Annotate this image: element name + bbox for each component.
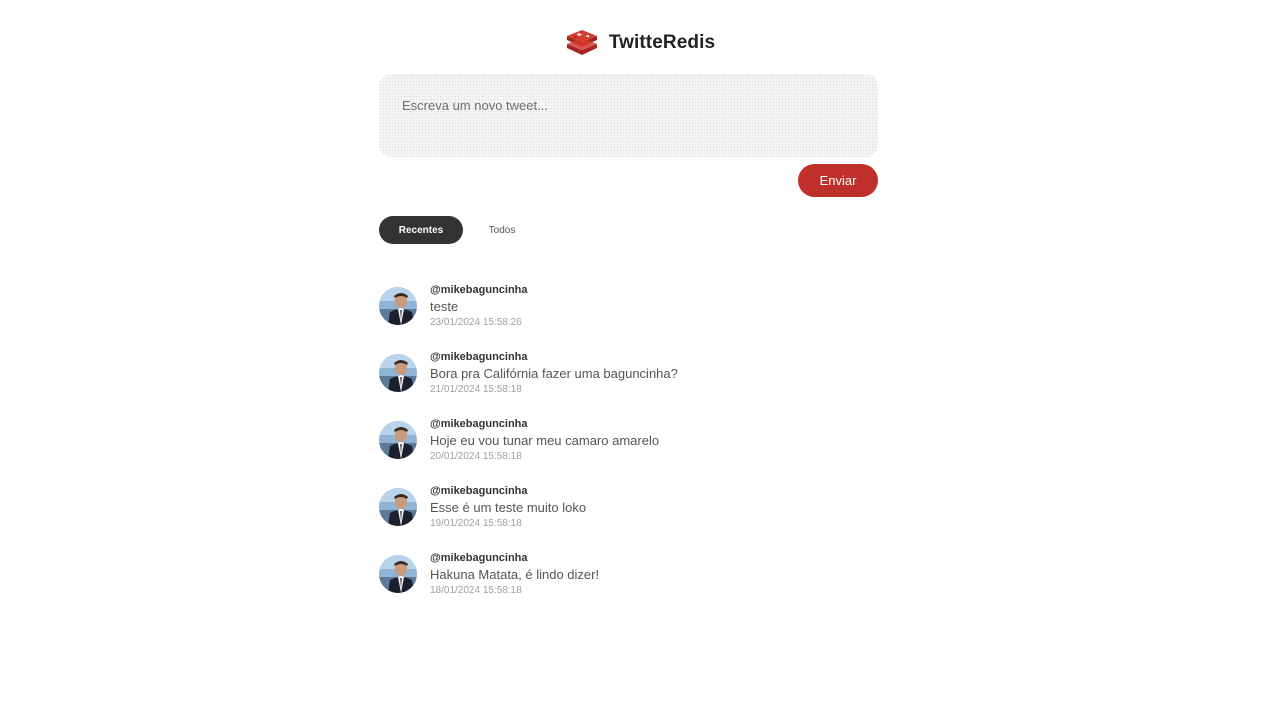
tweet-body: @mikebaguncinha Bora pra Califórnia faze…	[430, 350, 678, 396]
tweet-item: @mikebaguncinha Esse é um teste muito lo…	[379, 484, 878, 551]
tweet-body: @mikebaguncinha Esse é um teste muito lo…	[430, 484, 586, 530]
avatar[interactable]	[379, 555, 417, 593]
avatar[interactable]	[379, 421, 417, 459]
tweet-handle[interactable]: @mikebaguncinha	[430, 283, 528, 297]
tweet-input[interactable]	[379, 74, 878, 157]
feed-tabs: Recentes Todos	[379, 216, 541, 244]
send-button[interactable]: Enviar	[798, 164, 878, 197]
tweet-handle[interactable]: @mikebaguncinha	[430, 484, 586, 498]
tweet-text: Hoje eu vou tunar meu camaro amarelo	[430, 433, 660, 448]
header: TwitteRedis	[0, 28, 1280, 58]
redis-logo-icon	[565, 28, 599, 58]
tweet-item: @mikebaguncinha Bora pra Califórnia faze…	[379, 350, 878, 417]
avatar[interactable]	[379, 488, 417, 526]
tweet-handle[interactable]: @mikebaguncinha	[430, 417, 659, 431]
tweet-text: Hakuna Matata, é lindo dizer!	[430, 567, 600, 582]
tweet-timestamp: 19/01/2024 15:58:18	[430, 518, 522, 529]
tweet-composer[interactable]	[379, 74, 878, 157]
tweet-timestamp: 20/01/2024 15:58:18	[430, 451, 522, 462]
tweet-text: Bora pra Califórnia fazer uma baguncinha…	[430, 366, 678, 381]
app: TwitteRedis Enviar Recentes Todos @mikeb…	[0, 0, 1280, 720]
tweet-text: Esse é um teste muito loko	[430, 500, 587, 515]
tweet-item: @mikebaguncinha Hakuna Matata, é lindo d…	[379, 551, 878, 618]
tweet-handle[interactable]: @mikebaguncinha	[430, 350, 678, 364]
tab-recentes[interactable]: Recentes	[379, 216, 463, 244]
tab-todos[interactable]: Todos	[463, 216, 541, 244]
tweet-body: @mikebaguncinha Hakuna Matata, é lindo d…	[430, 551, 599, 597]
tweet-text: teste	[430, 299, 459, 314]
tweet-item: @mikebaguncinha Hoje eu vou tunar meu ca…	[379, 417, 878, 484]
avatar[interactable]	[379, 354, 417, 392]
tweet-body: @mikebaguncinha Hoje eu vou tunar meu ca…	[430, 417, 659, 463]
tweet-timestamp: 18/01/2024 15:58:18	[430, 585, 522, 596]
app-title: TwitteRedis	[608, 32, 716, 53]
tweet-timestamp: 23/01/2024 15:58:26	[430, 317, 522, 328]
tweet-item: @mikebaguncinha teste 23/01/2024 15:58:2…	[379, 283, 878, 350]
tweet-body: @mikebaguncinha teste 23/01/2024 15:58:2…	[430, 283, 528, 329]
tweet-feed: @mikebaguncinha teste 23/01/2024 15:58:2…	[379, 283, 878, 618]
tweet-timestamp: 21/01/2024 15:58:18	[430, 384, 522, 395]
tweet-handle[interactable]: @mikebaguncinha	[430, 551, 599, 565]
avatar[interactable]	[379, 287, 417, 325]
